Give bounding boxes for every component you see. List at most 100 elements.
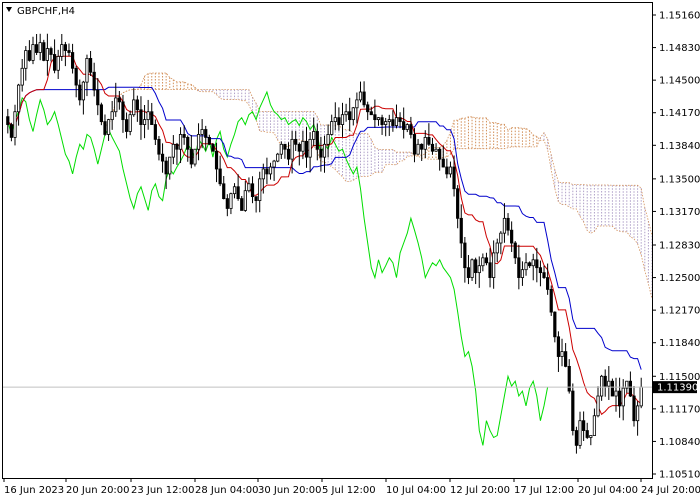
candle-body: [106, 119, 111, 135]
candle-body: [171, 143, 175, 158]
candle-body: [196, 134, 201, 150]
candle-body: [222, 183, 226, 200]
candle-body: [499, 232, 503, 244]
candle-body: [337, 117, 341, 125]
candle-body: [301, 140, 305, 152]
candle-body: [258, 178, 262, 201]
candle-body: [96, 89, 100, 106]
candle-body: [607, 380, 611, 387]
candle-body: [531, 259, 535, 267]
current-price-tag: 1.11390: [653, 381, 698, 394]
candle-body: [614, 390, 618, 397]
candle-body: [60, 44, 64, 57]
x-tick-label: 20 Jun 20:00: [66, 485, 130, 496]
candle-body: [279, 143, 283, 155]
candle-body: [592, 415, 597, 436]
candle-body: [394, 117, 399, 126]
candle-body: [52, 54, 57, 71]
candle-body: [492, 252, 496, 278]
y-tick-label: 1.10840: [659, 437, 700, 448]
y-tick-label: 1.14830: [659, 43, 700, 54]
candle-body: [495, 242, 499, 254]
candle-body: [416, 143, 420, 155]
candle-body: [211, 143, 215, 152]
candle-body: [24, 50, 28, 69]
candle-body: [344, 111, 348, 116]
candle-body: [438, 148, 442, 160]
candle-body: [142, 119, 147, 125]
candle-body: [405, 124, 409, 130]
candle-body: [322, 143, 327, 158]
candle-body: [589, 435, 593, 438]
y-axis: 1.15160 1.14830 1.14500 1.14170 1.13840 1.135…: [652, 11, 700, 481]
candle-body: [9, 124, 13, 138]
y-tick-label: 1.12830: [659, 240, 700, 251]
x-tick-label: 20 Jul 04:00: [578, 485, 638, 496]
candle-body: [67, 50, 71, 53]
candle-body: [308, 138, 312, 158]
candle-body: [121, 101, 125, 121]
x-tick-label: 5 Jul 12:00: [322, 485, 376, 496]
candle-body: [528, 262, 532, 267]
candle-body: [168, 156, 172, 175]
candle-body: [441, 158, 445, 168]
candle-body: [600, 375, 604, 397]
candle-body: [409, 124, 413, 135]
candle-body: [31, 44, 35, 61]
candle-body: [114, 97, 118, 113]
candle-body: [546, 277, 550, 290]
candle-body: [571, 390, 575, 431]
candle-body: [81, 81, 85, 101]
candle-body: [340, 114, 345, 125]
candle-body: [603, 375, 607, 387]
candle-body: [13, 111, 17, 138]
y-tick-label: 1.13500: [659, 174, 700, 185]
candle-body: [283, 143, 287, 150]
candle-body: [304, 140, 309, 158]
candle-body: [481, 257, 485, 267]
candle-body: [45, 48, 49, 61]
y-tick-label: 1.14170: [659, 108, 700, 119]
candle-body: [380, 117, 384, 125]
candle-body: [186, 136, 190, 150]
candle-body: [549, 289, 553, 313]
candle-body: [463, 242, 467, 269]
candle-body: [319, 148, 323, 158]
candle-body: [477, 265, 481, 274]
candle-body: [146, 111, 150, 121]
candle-body: [574, 430, 579, 446]
candle-body: [74, 67, 78, 86]
candle-body: [34, 44, 39, 53]
candle-body: [236, 186, 240, 199]
candle-body: [290, 138, 294, 160]
candle-body: [92, 71, 96, 91]
candle-body: [326, 134, 330, 145]
candle-body: [423, 136, 427, 150]
candle-body: [139, 109, 143, 125]
candle-body: [412, 134, 417, 155]
candle-body: [628, 380, 633, 397]
candle-body: [621, 387, 625, 407]
candle-body: [513, 242, 517, 259]
x-tick-label: 24 Jul 20:00: [641, 485, 700, 496]
candle-body: [636, 405, 640, 422]
candle-body: [132, 99, 136, 116]
candle-body: [556, 336, 561, 357]
candle-body: [578, 420, 582, 446]
candle-body: [6, 116, 10, 125]
candle-body: [276, 153, 280, 162]
candle-body: [157, 138, 161, 155]
candle-body: [553, 311, 557, 338]
candle-body: [160, 153, 165, 162]
candle-body: [153, 124, 157, 140]
candle-body: [243, 190, 247, 211]
candle-body: [535, 259, 539, 269]
symbol-label-group: GBPCHF,H4: [6, 6, 75, 17]
candle-body: [358, 91, 363, 101]
candle-body: [204, 129, 208, 138]
y-tick-label: 1.13170: [659, 207, 700, 218]
candle-body: [355, 99, 359, 109]
y-tick-label: 1.12170: [659, 306, 700, 317]
y-tick-label: 1.11840: [659, 338, 700, 349]
x-tick-label: 28 Jun 04:00: [195, 485, 259, 496]
